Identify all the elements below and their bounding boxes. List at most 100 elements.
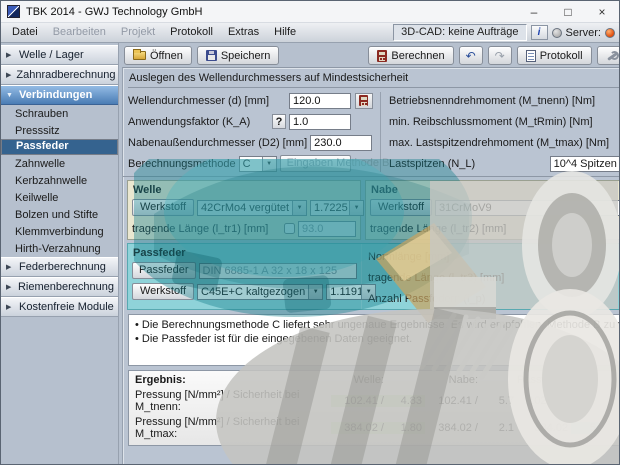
result-grid: Ergebnis: Welle: Nabe: Passfeder: Pressu…: [135, 374, 620, 440]
sidebar-group-riemenberechnung[interactable]: ▶ Riemenberechnung: [1, 277, 118, 297]
calculator-icon: [359, 95, 368, 106]
app-window: TBK 2014 - GWJ Technology GmbH – □ × Dat…: [0, 0, 620, 465]
settings-button[interactable]: Einstellungen: [597, 46, 620, 65]
dropdown-arrow-icon: ▼: [308, 285, 322, 299]
undo-button[interactable]: ↶: [459, 46, 483, 65]
info-button[interactable]: i: [531, 25, 548, 40]
sidebar-group-label: Zahnradberechnung: [16, 69, 115, 81]
sidebar-item-zahnwelle[interactable]: Zahnwelle: [1, 155, 118, 172]
passfeder-group-wrap: Passfeder Passfeder Werkstoff C45E+C kal…: [123, 240, 620, 310]
result-passfeder-pressung-tnenn: 102.41 /: [517, 395, 571, 407]
window-title: TBK 2014 - GWJ Technology GmbH: [26, 6, 517, 18]
open-button[interactable]: Öffnen: [124, 46, 192, 65]
welle-length-label: tragende Länge (l_tr1) [mm]: [132, 223, 281, 235]
menu-protokoll[interactable]: Protokoll: [163, 24, 220, 41]
sidebar-item-hirth-verzahnung[interactable]: Hirth-Verzahnung: [1, 240, 118, 257]
sidebar-group-zahnradberechnung[interactable]: ▶ Zahnradberechnung: [1, 65, 118, 85]
result-welle-pressung-tmax: 384.02 /: [331, 422, 387, 434]
sidebar-empty-area: [1, 317, 118, 465]
lastspitzen-select-value: 10^4 Spitzen: [551, 157, 620, 171]
welle-nabe-groups: Welle Werkstoff 42CrMo4 vergütet ▼ 1.722…: [123, 177, 620, 240]
menu-hilfe[interactable]: Hilfe: [267, 24, 303, 41]
welle-material-select[interactable]: 42CrMo4 vergütet ▼: [197, 200, 307, 216]
dropdown-arrow-icon: ▼: [292, 201, 306, 215]
sidebar-item-schrauben[interactable]: Schrauben: [1, 105, 118, 122]
sidebar-group-verbindungen[interactable]: ▼ Verbindungen: [1, 85, 118, 105]
welle-material-value: 42CrMo4 vergütet: [198, 201, 292, 215]
sidebar-group-label: Federberechnung: [19, 261, 106, 273]
berechnungsmethode-value: C: [240, 157, 262, 171]
result-nabe-sicherheit-tnenn: 5.7: [481, 395, 517, 407]
lastspitzen-select[interactable]: 10^4 Spitzen ▼: [550, 156, 620, 172]
menu-extras[interactable]: Extras: [221, 24, 266, 41]
sidebar-item-kerbzahnwelle[interactable]: Kerbzahnwelle: [1, 172, 118, 189]
dropdown-arrow-icon: ▼: [349, 201, 363, 215]
dropdown-arrow-icon: ▼: [262, 157, 276, 171]
main-area: Öffnen Speichern Berechnen ↶ ↷: [119, 43, 620, 465]
sidebar: ▶ Welle / Lager ▶ Zahnradberechnung ▼ Ve…: [1, 43, 119, 465]
passfeder-material-value: C45E+C kaltgezogen: [198, 285, 308, 299]
nabe-group: Nabe Werkstoff 31CrMoV9 ▼ 1.8519 ▼: [365, 180, 620, 240]
passfeder-werkstoff-button[interactable]: Werkstoff: [132, 283, 194, 300]
welle-material-number: 1.7225: [311, 201, 349, 215]
collapsed-triangle-icon: ▶: [6, 51, 14, 59]
welle-werkstoff-button[interactable]: Werkstoff: [132, 199, 194, 216]
result-welle-pressung-tnenn: 102.41 /: [331, 395, 387, 407]
message-method-warning: • Die Berechnungsmethode C liefert sehr …: [135, 318, 620, 332]
save-label: Speichern: [221, 50, 271, 62]
sidebar-group-welle-lager[interactable]: ▶ Welle / Lager: [1, 45, 118, 65]
welle-length-input: [298, 221, 356, 237]
sidebar-item-passfeder[interactable]: Passfeder: [1, 139, 118, 155]
welle-length-checkbox[interactable]: [284, 223, 295, 234]
help-question-button[interactable]: ?: [272, 114, 286, 129]
welle-material-number-select[interactable]: 1.7225 ▼: [310, 200, 364, 216]
nabe-material-select[interactable]: 31CrMoV9 ▼: [435, 200, 620, 216]
wrench-icon: [606, 50, 619, 62]
result-nabe-pressung-tmax: 384.02 /: [425, 422, 481, 434]
anzahl-passfedern-label: Anzahl Passfedern (i_p): [368, 293, 620, 305]
nabe-werkstoff-button[interactable]: Werkstoff: [370, 199, 432, 216]
collapsed-triangle-icon: ▶: [6, 263, 14, 271]
anwendungsfaktor-label: Anwendungsfaktor (K_A): [128, 116, 269, 128]
undo-icon: ↶: [466, 50, 476, 62]
nabe-material-value: 31CrMoV9: [436, 201, 620, 215]
result-passfeder-pressung-tmax: 384.02: [517, 422, 571, 434]
welle-title: Welle: [128, 181, 360, 197]
redo-button: ↷: [488, 46, 512, 65]
sidebar-item-keilwelle[interactable]: Keilwelle: [1, 189, 118, 206]
close-button[interactable]: ×: [585, 1, 619, 23]
sidebar-item-klemmverbindung[interactable]: Klemmverbindung: [1, 223, 118, 240]
passfeder-title: Passfeder: [128, 244, 361, 260]
passfeder-length-label: tragende Länge (l_tr3) [mm]: [368, 272, 620, 284]
result-col-passfeder: Passfeder:: [517, 374, 571, 386]
collapsed-triangle-icon: ▶: [6, 303, 14, 311]
nabenaussendurchmesser-input[interactable]: [310, 135, 372, 151]
anwendungsfaktor-input[interactable]: [289, 114, 351, 130]
calculate-label: Berechnen: [391, 50, 444, 62]
section-title: Auslegen des Wellendurchmessers auf Mind…: [128, 71, 620, 88]
wellendurchmesser-input[interactable]: [289, 93, 351, 109]
sidebar-group-federberechnung[interactable]: ▶ Federberechnung: [1, 257, 118, 277]
sidebar-group-kostenfreie-module[interactable]: ▶ Kostenfreie Module: [1, 297, 118, 317]
save-button[interactable]: Speichern: [197, 46, 280, 65]
result-col-nabe: Nabe:: [425, 374, 481, 386]
content-panel: Auslegen des Wellendurchmessers auf Mind…: [122, 67, 620, 465]
sidebar-item-presssitz[interactable]: Presssitz: [1, 122, 118, 139]
nabe-length-label: tragende Länge (l_tr2) [mm]: [370, 223, 620, 235]
nabenaussendurchmesser-label: Nabenaußendurchmesser (D2) [mm]: [128, 137, 307, 149]
passfeder-right: Normlänge [mm] 125.0 ▼ tragende Länge (l…: [362, 244, 620, 309]
maximize-button[interactable]: □: [551, 1, 585, 23]
calculator-button[interactable]: [355, 93, 373, 109]
berechnungsmethode-select[interactable]: C ▼: [239, 156, 277, 172]
passfeder-material-select[interactable]: C45E+C kaltgezogen ▼: [197, 284, 323, 300]
sidebar-item-bolzen-und-stifte[interactable]: Bolzen und Stifte: [1, 206, 118, 223]
minimize-button[interactable]: –: [517, 1, 551, 23]
menu-datei[interactable]: Datei: [5, 24, 45, 41]
passfeder-button[interactable]: Passfeder: [132, 262, 196, 279]
protocol-button[interactable]: Protokoll: [517, 46, 592, 65]
berechnungsmethode-label: Berechnungsmethode: [128, 158, 236, 170]
form-right-column: Betriebsnenndrehmoment (M_tnenn) [Nm] mi…: [380, 92, 620, 172]
calculate-button[interactable]: Berechnen: [368, 46, 453, 65]
result-passfeder-sicherheit-tmax: 5: [571, 422, 599, 434]
sidebar-group-label: Welle / Lager: [19, 49, 84, 61]
